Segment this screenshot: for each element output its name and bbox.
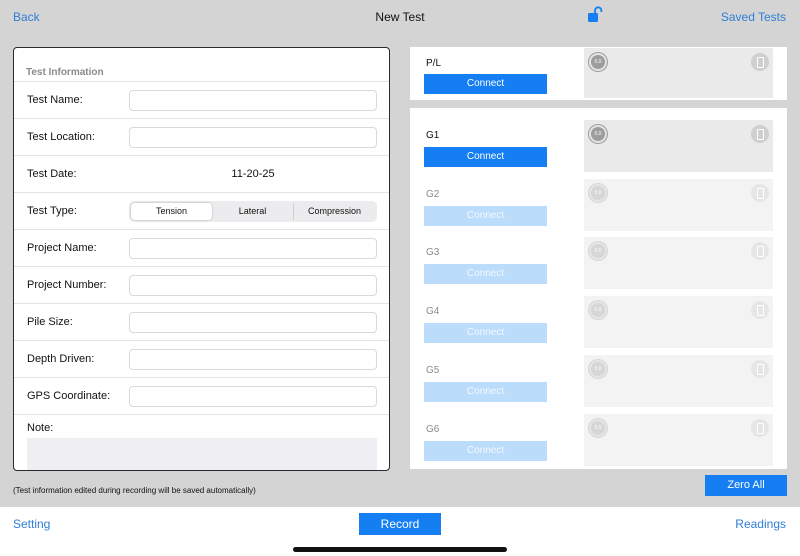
project-name-input[interactable] — [129, 238, 377, 259]
battery-icon — [751, 125, 769, 143]
battery-icon — [751, 419, 769, 437]
pile-size-row: Pile Size: — [14, 304, 389, 341]
record-button[interactable]: Record — [359, 513, 441, 535]
battery-icon — [751, 184, 769, 202]
connect-button-g6[interactable]: Connect — [424, 441, 547, 461]
test-type-row: Test Type: Tension Lateral Compression — [14, 193, 389, 230]
connect-button-g2[interactable]: Connect — [424, 206, 547, 226]
test-date-value[interactable]: 11-20-25 — [129, 168, 377, 180]
project-number-label: Project Number: — [27, 279, 107, 291]
test-date-row[interactable]: Test Date: 11-20-25 — [14, 156, 389, 193]
segment-compression[interactable]: Compression — [294, 203, 375, 220]
reading-display-g2: 0.0 — [584, 179, 773, 231]
pile-size-label: Pile Size: — [27, 316, 73, 328]
connect-button-g3[interactable]: Connect — [424, 264, 547, 284]
connect-button-g1[interactable]: Connect — [424, 147, 547, 167]
dial-gauge-icon: 0.0 — [589, 125, 607, 143]
dial-gauge-icon: 0.0 — [589, 360, 607, 378]
navigation-bar: Back New Test Saved Tests — [0, 0, 800, 34]
pl-gauge-panel: P/L Connect 0.0 — [410, 47, 787, 100]
gauge-label: G3 — [426, 247, 440, 258]
note-row: Note: — [14, 416, 389, 470]
unlock-icon[interactable] — [587, 6, 603, 24]
segment-tension[interactable]: Tension — [131, 203, 212, 220]
battery-icon — [751, 301, 769, 319]
depth-driven-input[interactable] — [129, 349, 377, 370]
segment-lateral[interactable]: Lateral — [212, 203, 294, 220]
home-indicator[interactable] — [293, 547, 507, 552]
battery-icon — [751, 360, 769, 378]
gauge-label: G1 — [426, 130, 440, 141]
pile-size-input[interactable] — [129, 312, 377, 333]
gauge-pl: P/L Connect 0.0 — [410, 47, 787, 101]
reading-display-g5: 0.0 — [584, 355, 773, 407]
gauge-g3: G3 Connect 0.0 — [410, 237, 787, 291]
gauge-g1: G1 Connect 0.0 — [410, 120, 787, 174]
reading-display-g4: 0.0 — [584, 296, 773, 348]
test-date-label: Test Date: — [27, 168, 77, 180]
gauge-label: G2 — [426, 189, 440, 200]
test-name-input[interactable] — [129, 90, 377, 111]
gauge-label: P/L — [426, 58, 442, 69]
section-title: Test Information — [26, 67, 104, 78]
page-title: New Test — [375, 10, 425, 24]
test-location-label: Test Location: — [27, 131, 95, 143]
note-textarea[interactable] — [27, 438, 377, 470]
connect-button-g4[interactable]: Connect — [424, 323, 547, 343]
test-location-row: Test Location: — [14, 119, 389, 156]
reading-display-g1: 0.0 — [584, 120, 773, 172]
gps-coordinate-row: GPS Coordinate: — [14, 378, 389, 415]
project-name-label: Project Name: — [27, 242, 97, 254]
saved-tests-button[interactable]: Saved Tests — [721, 10, 786, 24]
gauges-panel: G1 Connect 0.0 G2 Connect 0.0 G3 Connect… — [410, 108, 787, 469]
connect-button-g5[interactable]: Connect — [424, 382, 547, 402]
gauge-g5: G5 Connect 0.0 — [410, 355, 787, 409]
reading-display-g3: 0.0 — [584, 237, 773, 289]
gauge-label: G4 — [426, 306, 440, 317]
battery-icon — [751, 53, 769, 71]
project-name-row: Project Name: — [14, 230, 389, 267]
test-location-input[interactable] — [129, 127, 377, 148]
gps-coordinate-input[interactable] — [129, 386, 377, 407]
gps-coordinate-label: GPS Coordinate: — [27, 390, 111, 402]
battery-icon — [751, 242, 769, 260]
note-label: Note: — [27, 422, 54, 434]
dial-gauge-icon: 0.0 — [589, 419, 607, 437]
project-number-input[interactable] — [129, 275, 377, 296]
readings-button[interactable]: Readings — [735, 517, 786, 531]
test-information-card: Test Information Test Name: Test Locatio… — [13, 47, 390, 471]
gauge-g4: G4 Connect 0.0 — [410, 296, 787, 350]
dial-gauge-icon: 0.0 — [589, 184, 607, 202]
setting-button[interactable]: Setting — [13, 517, 50, 531]
bottom-toolbar: Setting Record Readings — [0, 507, 800, 556]
dial-gauge-icon: 0.0 — [589, 242, 607, 260]
dial-gauge-icon: 0.0 — [589, 53, 607, 71]
zero-all-button[interactable]: Zero All — [705, 475, 787, 496]
reading-display-pl: 0.0 — [584, 48, 773, 98]
test-name-label: Test Name: — [27, 94, 83, 106]
depth-driven-label: Depth Driven: — [27, 353, 95, 365]
gauge-g2: G2 Connect 0.0 — [410, 179, 787, 233]
gauge-label: G5 — [426, 365, 440, 376]
autosave-footnote: (Test information edited during recordin… — [13, 486, 256, 495]
depth-driven-row: Depth Driven: — [14, 341, 389, 378]
project-number-row: Project Number: — [14, 267, 389, 304]
section-header: Test Information — [14, 48, 389, 82]
test-name-row: Test Name: — [14, 82, 389, 119]
reading-display-g6: 0.0 — [584, 414, 773, 466]
test-type-label: Test Type: — [27, 205, 77, 217]
gauge-g6: G6 Connect 0.0 — [410, 414, 787, 468]
connect-button-pl[interactable]: Connect — [424, 74, 547, 94]
gauge-label: G6 — [426, 424, 440, 435]
dial-gauge-icon: 0.0 — [589, 301, 607, 319]
test-type-segmented-control: Tension Lateral Compression — [129, 201, 377, 222]
